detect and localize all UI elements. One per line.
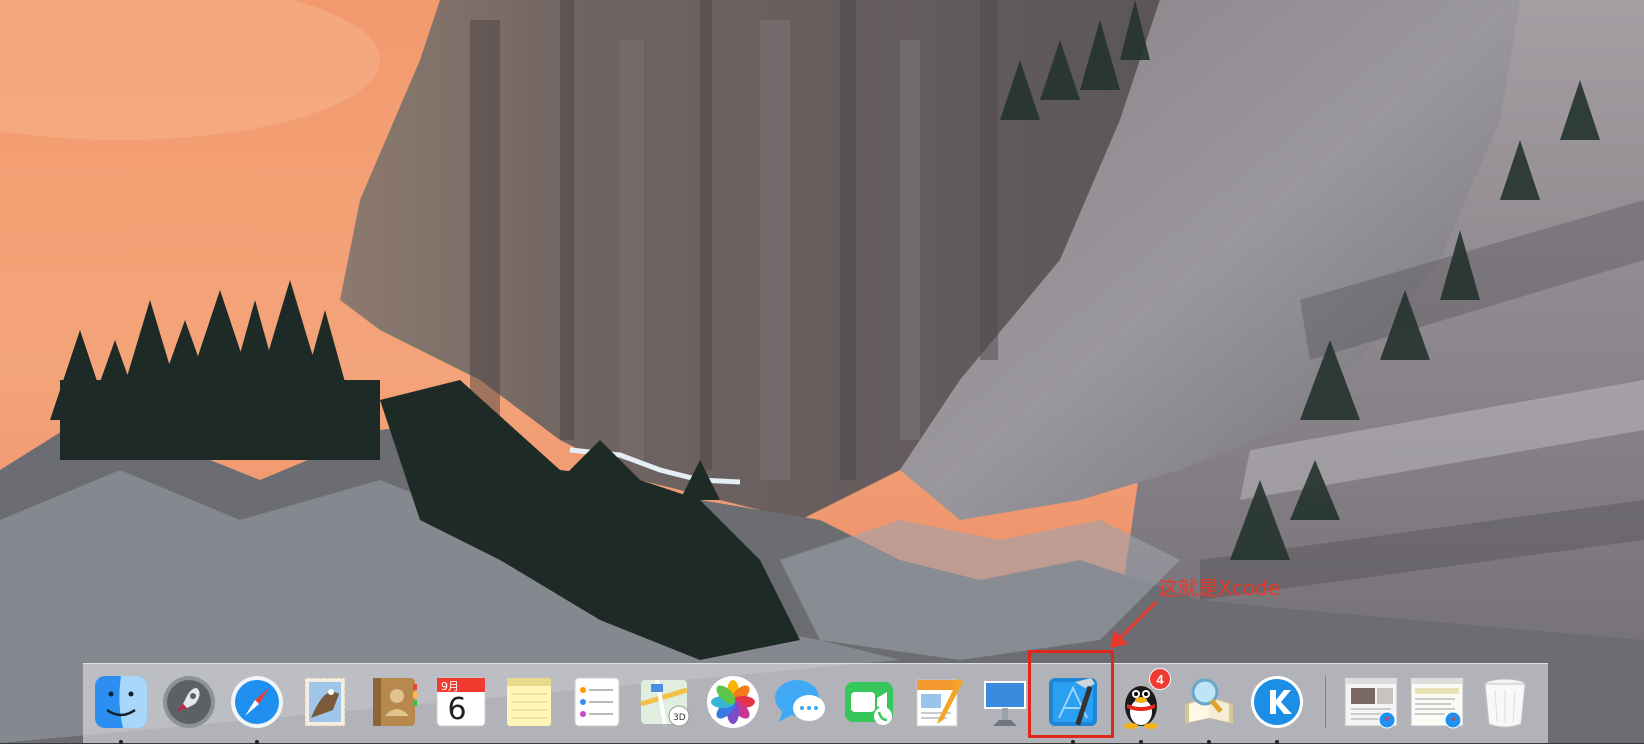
minimized-window-thumbnail-icon xyxy=(1344,677,1398,729)
annotation-arrow-icon xyxy=(1110,600,1158,648)
dock-item-facetime[interactable] xyxy=(837,674,897,736)
dock-item-keynote[interactable] xyxy=(973,674,1033,736)
dock-item-qq[interactable]: 4 xyxy=(1109,668,1171,744)
running-indicator xyxy=(1275,740,1279,744)
photos-flower-icon xyxy=(707,676,759,728)
notification-badge: 4 xyxy=(1149,668,1171,690)
calendar-day: 6 xyxy=(447,692,467,727)
dock-item-mail[interactable] xyxy=(293,674,353,736)
running-indicator xyxy=(1139,740,1143,744)
dock-item-pages[interactable] xyxy=(905,674,965,736)
mail-stamp-icon xyxy=(304,677,346,727)
safari-compass-icon xyxy=(231,676,283,728)
svg-text:3D: 3D xyxy=(673,713,686,723)
messages-bubble-icon xyxy=(775,680,825,722)
dock-item-minimized-window[interactable] xyxy=(1339,674,1399,736)
running-indicator xyxy=(1071,740,1075,744)
facetime-camera-icon xyxy=(845,682,893,725)
finder-icon xyxy=(95,676,147,728)
dock-item-notes[interactable] xyxy=(497,674,557,736)
dock: 9月 6 3D 4 xyxy=(83,663,1548,744)
dock-item-reminders[interactable] xyxy=(565,674,625,736)
launchpad-rocket-icon xyxy=(163,676,215,728)
dock-item-trash[interactable] xyxy=(1473,674,1533,736)
dictionary-magnifier-icon xyxy=(1185,678,1233,724)
dock-item-messages[interactable] xyxy=(769,674,829,736)
dock-item-contacts[interactable] xyxy=(361,674,421,736)
trash-can-icon xyxy=(1484,678,1526,728)
maps-icon: 3D xyxy=(640,679,690,727)
dock-item-minimized-window[interactable] xyxy=(1405,674,1465,736)
dock-item-dictionary[interactable] xyxy=(1177,674,1237,744)
dock-item-calendar[interactable]: 9月 6 xyxy=(429,674,489,736)
running-indicator xyxy=(1207,740,1211,744)
reminders-icon xyxy=(574,677,620,727)
running-indicator xyxy=(255,740,259,744)
minimized-window-thumbnail-icon xyxy=(1410,677,1464,729)
keynote-podium-icon xyxy=(984,681,1026,726)
dock-item-maps[interactable]: 3D xyxy=(633,674,693,736)
contacts-book-icon xyxy=(373,678,417,726)
running-indicator xyxy=(119,740,123,744)
notes-icon xyxy=(507,678,551,726)
xcode-highlight-box xyxy=(1028,650,1114,738)
dock-item-photos[interactable] xyxy=(701,674,761,736)
dock-item-kugou[interactable] xyxy=(1245,674,1305,744)
dock-separator xyxy=(1325,676,1326,728)
dock-item-launchpad[interactable] xyxy=(157,674,217,736)
dock-item-safari[interactable] xyxy=(225,674,285,744)
desktop-wallpaper xyxy=(0,0,1644,743)
kugou-k-icon xyxy=(1251,676,1303,728)
pages-icon xyxy=(916,678,963,727)
annotation-label: 这就是Xcode xyxy=(1158,576,1280,600)
dock-item-finder[interactable] xyxy=(89,674,149,744)
